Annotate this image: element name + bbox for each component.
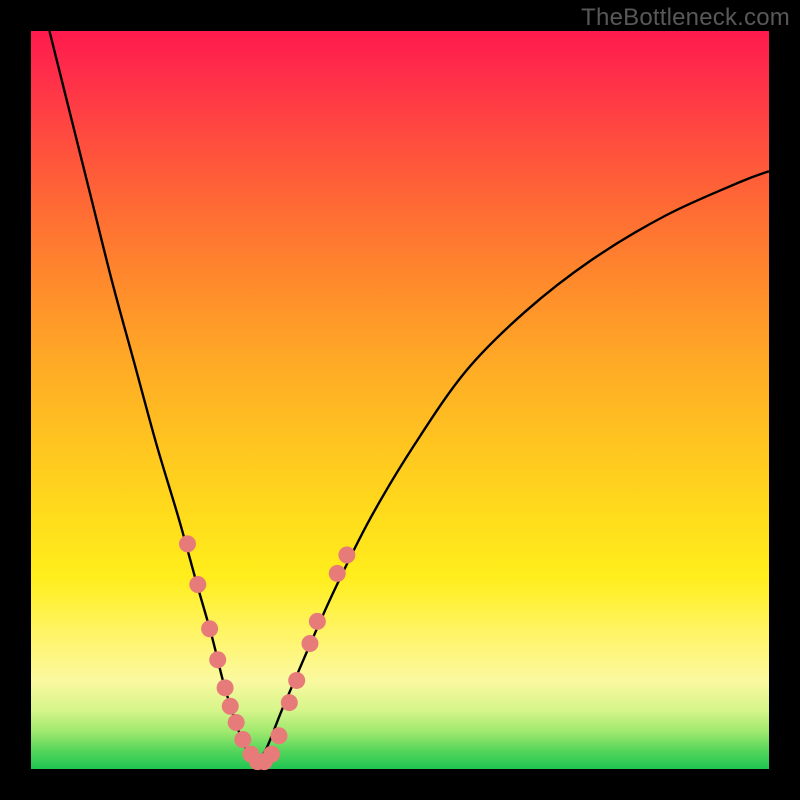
scatter-dot	[189, 576, 206, 593]
scatter-dot	[209, 651, 226, 668]
scatter-dot	[309, 613, 326, 630]
scatter-dots	[179, 535, 355, 770]
scatter-dot	[338, 546, 355, 563]
scatter-dot	[179, 535, 196, 552]
curve-right-branch	[256, 171, 769, 765]
curve-left-branch	[49, 31, 256, 765]
chart-frame: TheBottleneck.com	[0, 0, 800, 800]
scatter-dot	[281, 694, 298, 711]
scatter-dot	[263, 746, 280, 763]
plot-area	[31, 31, 769, 769]
scatter-dot	[217, 679, 234, 696]
scatter-dot	[201, 620, 218, 637]
scatter-dot	[228, 714, 245, 731]
scatter-dot	[329, 565, 346, 582]
watermark-text: TheBottleneck.com	[581, 4, 790, 32]
scatter-dot	[222, 698, 239, 715]
chart-svg	[31, 31, 769, 769]
scatter-dot	[234, 731, 251, 748]
scatter-dot	[270, 727, 287, 744]
scatter-dot	[288, 672, 305, 689]
scatter-dot	[301, 635, 318, 652]
